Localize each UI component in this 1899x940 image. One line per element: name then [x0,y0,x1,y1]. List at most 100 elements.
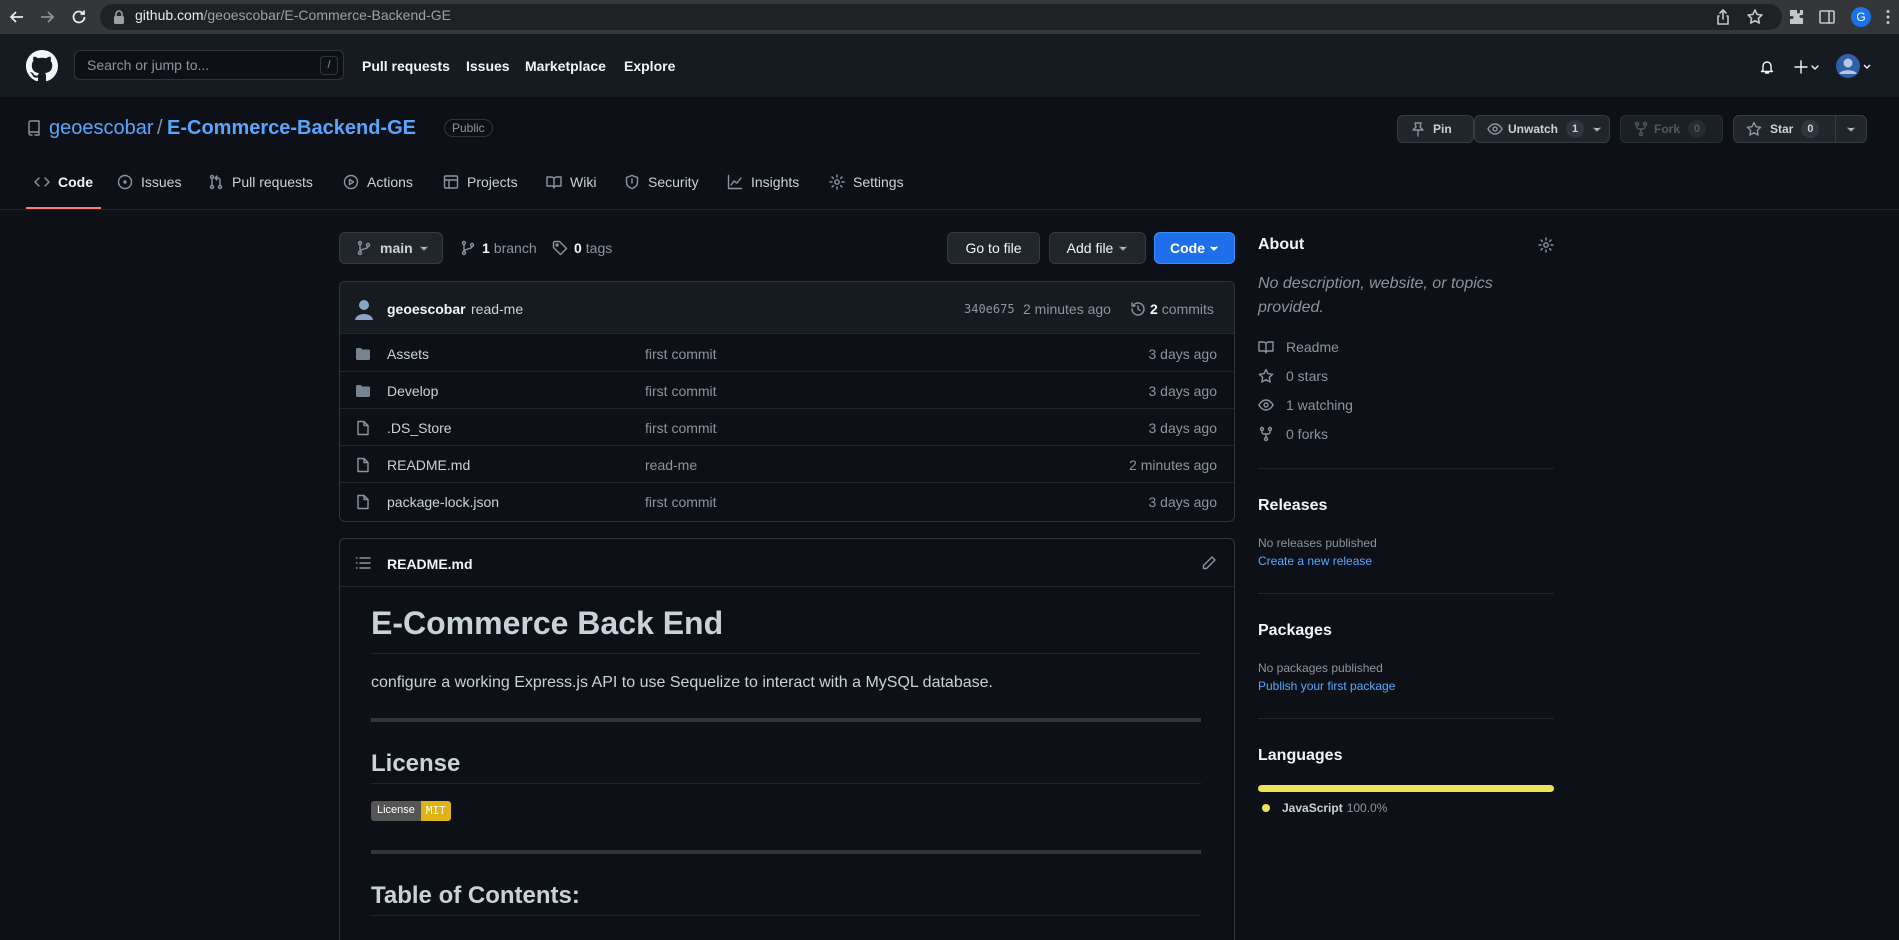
commit-author[interactable]: geoescobar [387,301,466,317]
releases-text: No releases published [1258,536,1377,550]
language-color-dot [1262,804,1270,812]
go-to-file-button[interactable]: Go to file [947,232,1040,264]
tags-link[interactable]: 0 tags [552,240,612,256]
play-icon [343,174,359,190]
heading-divider [371,915,1201,916]
branch-icon [461,240,475,256]
code-icon [34,177,50,187]
commit-message[interactable]: read-me [471,301,523,317]
stars-count: 0 [1801,120,1820,138]
nav-marketplace[interactable]: Marketplace [525,58,606,74]
releases-heading[interactable]: Releases [1258,497,1327,515]
pencil-icon[interactable] [1201,555,1217,571]
commit-sha[interactable]: 340e675 [964,302,1015,316]
code-button[interactable]: Code [1154,232,1235,264]
tab-wiki[interactable]: Wiki [546,174,596,190]
tag-word: tags [585,240,613,256]
file-commit-message[interactable]: first commit [645,494,717,510]
readme-link[interactable]: Readme [1258,339,1339,355]
file-name-link[interactable]: Develop [387,383,438,399]
tab-settings[interactable]: Settings [829,174,904,190]
reload-icon[interactable] [70,8,88,26]
watchers-link[interactable]: 1 watching [1258,397,1353,413]
about-description: No description, website, or topics provi… [1258,275,1493,316]
languages-heading: Languages [1258,747,1343,764]
readme-filename[interactable]: README.md [387,556,473,572]
tab-code[interactable]: Code [34,174,93,190]
forward-icon[interactable] [38,8,56,26]
license-badge[interactable]: License MIT [371,801,451,821]
file-icon [357,457,369,473]
toc-heading: Table of Contents: [371,882,580,909]
notifications-bell-icon[interactable] [1759,59,1775,75]
fork-icon [1634,121,1648,137]
user-avatar-icon[interactable] [1835,53,1871,81]
publish-package-link[interactable]: Publish your first package [1258,679,1395,693]
commits-link[interactable]: 2 commits [1130,301,1214,317]
file-commit-message[interactable]: first commit [645,383,717,399]
file-commit-message[interactable]: first commit [645,346,717,362]
commit-author-avatar[interactable] [353,297,375,321]
create-release-link[interactable]: Create a new release [1258,554,1372,568]
file-name-link[interactable]: .DS_Store [387,420,452,436]
lock-icon [114,10,124,24]
sidebar-divider [1258,718,1554,719]
github-logo-icon[interactable] [26,50,58,82]
tab-security[interactable]: Security [624,174,699,190]
fork-button[interactable]: Fork 0 [1620,115,1723,143]
packages-heading[interactable]: Packages [1258,622,1332,640]
unwatch-button[interactable]: Unwatch 1 [1474,115,1610,143]
search-shortcut-key: / [320,56,338,75]
folder-icon [356,385,370,397]
share-icon[interactable] [1714,8,1732,26]
tag-icon [552,240,568,256]
branch-word: branch [493,240,537,256]
list-unordered-icon[interactable] [355,555,371,571]
fork-icon [1259,426,1273,442]
file-commit-message[interactable]: first commit [645,420,717,436]
branches-link[interactable]: 1 branch [460,240,537,256]
browser-menu-icon[interactable] [1879,8,1897,26]
language-legend-item[interactable]: JavaScript 100.0% [1262,801,1387,815]
file-name-link[interactable]: Assets [387,346,429,362]
back-icon[interactable] [8,8,26,26]
tab-pull-requests[interactable]: Pull requests [208,174,313,190]
add-file-label: Add file [1066,240,1114,256]
browser-profile-avatar[interactable]: G [1851,7,1871,27]
file-name-link[interactable]: package-lock.json [387,494,499,510]
nav-explore[interactable]: Explore [624,58,675,74]
star-list-dropdown[interactable] [1835,115,1867,143]
forks-link[interactable]: 0 forks [1258,426,1328,442]
tab-projects[interactable]: Projects [443,174,518,190]
tab-settings-label: Settings [853,174,904,190]
file-commit-message[interactable]: read-me [645,457,697,473]
nav-pull-requests[interactable]: Pull requests [362,58,450,74]
stars-link-label: 0 stars [1286,368,1329,384]
side-panel-icon[interactable] [1818,8,1836,26]
book-icon [546,176,562,189]
file-icon [357,494,369,510]
gear-icon[interactable] [1538,237,1554,253]
repo-name-link[interactable]: E-Commerce-Backend-GE [167,117,416,140]
star-button[interactable]: Star 0 [1733,115,1836,143]
tab-insights[interactable]: Insights [727,174,799,190]
commit-count: 2 [1150,301,1158,317]
stars-link[interactable]: 0 stars [1258,368,1328,384]
branch-selector[interactable]: main [339,232,443,264]
tab-actions[interactable]: Actions [343,174,413,190]
create-new-plus-icon[interactable] [1794,59,1820,75]
repo-owner-link[interactable]: geoescobar [49,117,154,140]
file-age: 3 days ago [1148,494,1218,510]
pin-button[interactable]: Pin [1397,115,1474,143]
nav-issues[interactable]: Issues [466,58,510,74]
bookmark-star-icon[interactable] [1746,8,1764,26]
add-file-button[interactable]: Add file [1049,232,1146,264]
file-name-link[interactable]: README.md [387,457,470,473]
extensions-icon[interactable] [1787,8,1805,26]
branch-count: 1 [482,240,490,256]
heading-divider [371,783,1201,784]
address-text[interactable]: github.com/geoescobar/E-Commerce-Backend… [135,7,451,23]
chevron-down-icon [1119,246,1128,251]
tab-issues[interactable]: Issues [117,174,181,190]
language-name: JavaScript [1282,801,1343,815]
